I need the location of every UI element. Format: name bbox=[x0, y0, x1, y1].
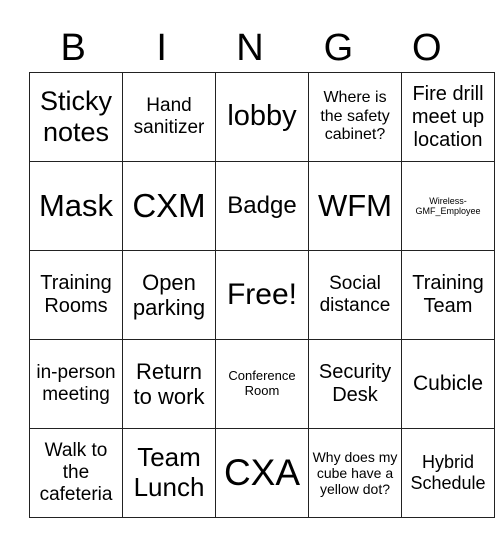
bingo-cell[interactable]: Where is the safety cabinet? bbox=[308, 72, 402, 162]
bingo-cell[interactable]: CXM bbox=[122, 161, 216, 251]
bingo-cell[interactable]: Wireless-GMF_Employee bbox=[401, 161, 495, 251]
bingo-cell[interactable]: CXA bbox=[215, 428, 309, 518]
bingo-cell[interactable]: Why does my cube have a yellow dot? bbox=[308, 428, 402, 518]
bingo-cell[interactable]: lobby bbox=[215, 72, 309, 162]
bingo-cell[interactable]: Training Team bbox=[401, 250, 495, 340]
free-space-cell[interactable]: Free! bbox=[215, 250, 309, 340]
header-letter-b: B bbox=[60, 27, 86, 69]
bingo-cell[interactable]: Conference Room bbox=[215, 339, 309, 429]
bingo-cell[interactable]: Open parking bbox=[122, 250, 216, 340]
bingo-cell[interactable]: Team Lunch bbox=[122, 428, 216, 518]
bingo-row: Sticky notes Hand sanitizer lobby Where is … bbox=[29, 72, 495, 162]
bingo-grid: Sticky notes Hand sanitizer lobby Where is … bbox=[29, 72, 495, 518]
bingo-header: B I N G O bbox=[29, 25, 471, 71]
header-letter-n: N bbox=[236, 27, 264, 69]
bingo-cell[interactable]: Training Rooms bbox=[29, 250, 123, 340]
header-letter-o: O bbox=[412, 27, 442, 69]
bingo-cell[interactable]: Hand sanitizer bbox=[122, 72, 216, 162]
header-letter-g: G bbox=[323, 27, 354, 69]
bingo-cell[interactable]: Walk to the cafeteria bbox=[29, 428, 123, 518]
bingo-cell[interactable]: in-person meeting bbox=[29, 339, 123, 429]
bingo-cell[interactable]: Fire drill meet up location bbox=[401, 72, 495, 162]
bingo-cell[interactable]: Mask bbox=[29, 161, 123, 251]
bingo-row: Training Rooms Open parking Free! Social di… bbox=[29, 250, 495, 340]
header-letter-i: I bbox=[156, 27, 167, 69]
bingo-row: in-person meeting Return to work Conferenc… bbox=[29, 339, 495, 429]
bingo-cell[interactable]: Hybrid Schedule bbox=[401, 428, 495, 518]
bingo-cell[interactable]: Security Desk bbox=[308, 339, 402, 429]
bingo-cell[interactable]: Badge bbox=[215, 161, 309, 251]
bingo-cell[interactable]: Sticky notes bbox=[29, 72, 123, 162]
bingo-row: Mask CXM Badge WFM Wireless-GMF_Employee bbox=[29, 161, 495, 251]
bingo-cell[interactable]: Return to work bbox=[122, 339, 216, 429]
bingo-cell[interactable]: Cubicle bbox=[401, 339, 495, 429]
bingo-cell[interactable]: Social distance bbox=[308, 250, 402, 340]
bingo-row: Walk to the cafeteria Team Lunch CXA Why do… bbox=[29, 428, 495, 518]
bingo-cell[interactable]: WFM bbox=[308, 161, 402, 251]
